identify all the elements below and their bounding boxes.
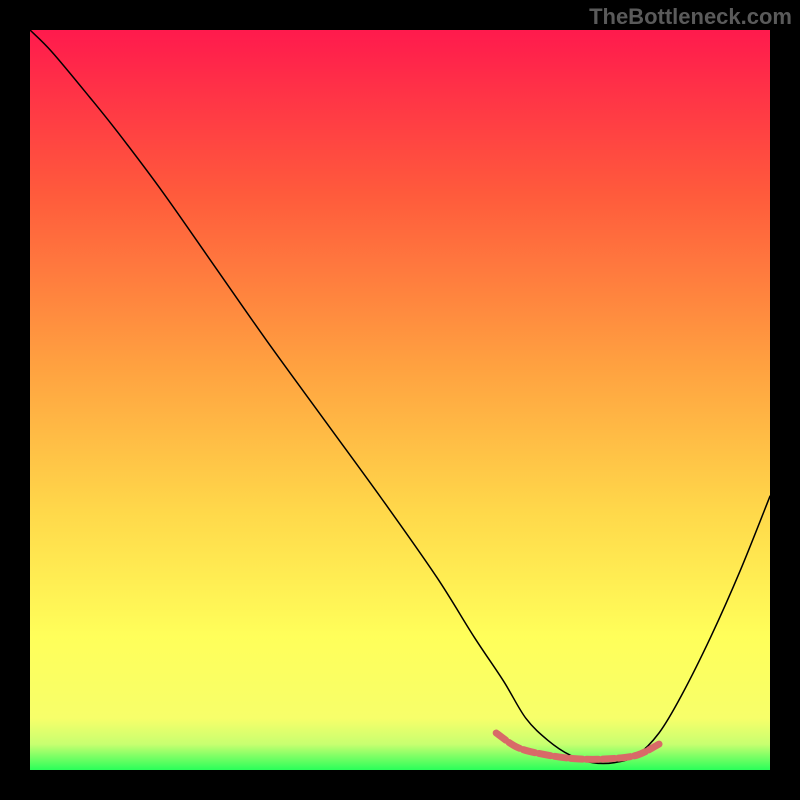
plot-svg xyxy=(30,30,770,770)
plot-area xyxy=(30,30,770,770)
watermark-text: TheBottleneck.com xyxy=(589,4,792,30)
chart-container: TheBottleneck.com xyxy=(0,0,800,800)
chart-background xyxy=(30,30,770,770)
